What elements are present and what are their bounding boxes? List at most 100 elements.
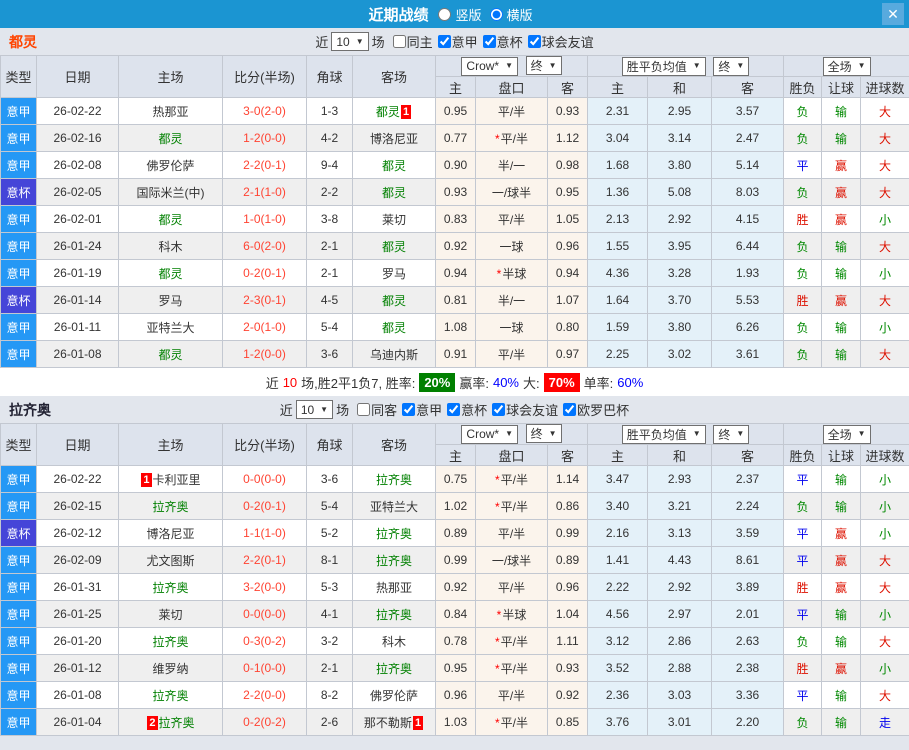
away-team-cell: 乌迪内斯 [352,340,436,368]
corner-cell: 5-4 [306,313,353,341]
result-cell: 负 [783,232,823,260]
date-cell: 26-02-08 [36,151,119,179]
checkbox-input[interactable] [402,403,416,416]
away-team-cell: 罗马 [352,259,436,287]
odds-away-cell: 1.05 [546,205,589,233]
handicap-line-text: 半/一 [497,293,526,308]
home-team-cell: 都灵 [118,124,223,152]
handicap-line-cell: *平/半 [475,465,548,493]
col-header-handicap: 让球 [821,76,862,98]
filter-checkbox[interactable]: 意杯 [482,32,523,51]
home-team-cell: 佛罗伦萨 [118,151,223,179]
fulltime-select-value: 全场 [827,59,852,74]
odds-final-select[interactable]: 终 ▼ [525,424,562,444]
odds-company-select[interactable]: Crow* ▼ [461,424,519,444]
layout-radio-horizontal[interactable]: 横版 [489,5,533,24]
fulltime-select[interactable]: 全场 ▼ [822,424,871,444]
horizontal-radio-input[interactable] [489,7,503,21]
home-team-cell: 维罗纳 [118,654,223,682]
layout-radio-vertical[interactable]: 竖版 [438,5,482,24]
team-name: 科木 [381,634,406,649]
score-cell: 2-2(0-1) [222,546,307,574]
team-name: 都灵 [381,239,406,254]
rank-badge: 1 [400,104,412,119]
handicap-line-cell: 半/一 [475,286,548,314]
handicap-result-cell: 输 [821,313,862,341]
filter-checkbox[interactable]: 同客 [357,400,397,419]
close-button[interactable]: ✕ [882,3,904,25]
avg-draw-cell: 3.95 [647,232,713,260]
team-name: 莱切 [158,607,183,622]
odds-home-cell: 0.78 [435,627,476,655]
dropdown-arrow-icon: ▼ [548,428,557,438]
col-header-home: 主场 [118,423,223,466]
avg-home-cell: 1.64 [587,286,649,314]
dropdown-arrow-icon: ▼ [505,429,514,439]
fulltime-select[interactable]: 全场 ▼ [822,56,871,76]
handicap-result-cell: 赢 [821,654,862,682]
away-team-cell: 拉齐奥 [352,465,436,493]
match-row: 意甲 26-02-08 佛罗伦萨 2-2(0-1) 9-4 都灵 0.90 半/一 0.98 1.… [0,151,909,179]
odds-company-select[interactable]: Crow* ▼ [461,56,519,76]
handicap-line-text: 一球 [499,320,524,335]
checkbox-input[interactable] [492,403,506,416]
avg-final-select[interactable]: 终 ▼ [713,56,750,76]
odds-away-cell: 0.93 [546,97,589,125]
avg-draw-cell: 3.80 [647,151,713,179]
star-mark: * [494,131,500,146]
col-header-odds-home: 主 [435,76,476,98]
avg-select[interactable]: 胜平负均值 ▼ [621,56,706,76]
avg-final-select[interactable]: 终 ▼ [713,424,750,444]
checkbox-input[interactable] [482,35,496,48]
col-header-score: 比分(半场) [222,423,307,466]
avg-final-value: 终 [718,59,731,74]
filter-checkbox[interactable]: 意杯 [447,400,487,419]
filter-checkbox[interactable]: 同主 [392,32,433,51]
match-row: 意甲 26-02-01 都灵 1-0(1-0) 3-8 莱切 0.83 平/半 1.05 2.13… [0,205,909,233]
goals-result-cell: 小 [860,465,909,493]
near-label: 近 [315,35,329,50]
avg-away-cell: 4.15 [711,205,785,233]
checkbox-input[interactable] [437,35,451,48]
col-header-avg-home: 主 [587,76,649,98]
handicap-result-cell: 赢 [821,573,862,601]
handicap-line-cell: *平/半 [475,124,548,152]
filter-checkbox[interactable]: 意甲 [437,32,478,51]
result-cell: 平 [783,465,823,493]
handicap-result-cell: 输 [821,465,862,493]
league-cell: 意甲 [0,654,37,682]
recent-games-select[interactable]: 10 ▼ [295,400,334,419]
checkbox-input[interactable] [392,35,406,48]
filter-checkbox[interactable]: 球会友谊 [492,400,558,419]
filter-checkbox[interactable]: 欧罗巴杯 [563,400,629,419]
checkbox-input[interactable] [563,403,577,416]
star-mark: * [494,499,500,514]
checkbox-input[interactable] [527,35,541,48]
handicap-line-text: 一/球半 [491,185,532,200]
match-row: 意甲 26-01-11 亚特兰大 2-0(1-0) 5-4 都灵 1.08 一球 0.80 1.5… [0,313,909,341]
away-team-cell: 莱切 [352,205,436,233]
team-name: 热那亚 [152,104,189,119]
avg-home-cell: 3.12 [587,627,649,655]
checkbox-input[interactable] [357,403,371,416]
filter-checkbox[interactable]: 球会友谊 [527,32,594,51]
recent-games-select[interactable]: 10 ▼ [331,32,369,51]
result-cell: 负 [783,124,823,152]
odds-final-select[interactable]: 终 ▼ [525,56,562,76]
checkbox-label: 同主 [406,35,433,50]
handicap-line-text: 半球 [502,607,527,622]
filter-checkbox[interactable]: 意甲 [402,400,442,419]
checkbox-input[interactable] [447,403,461,416]
goals-result-cell: 小 [860,205,909,233]
vertical-radio-input[interactable] [438,7,452,21]
avg-select[interactable]: 胜平负均值 ▼ [621,424,706,444]
avg-home-cell: 3.52 [587,654,649,682]
home-team-cell: 热那亚 [118,97,223,125]
avg-draw-cell: 4.43 [647,546,713,574]
handicap-line-cell: *平/半 [475,627,548,655]
home-team-cell: 2 拉齐奥 [118,708,223,736]
result-cell: 平 [783,546,823,574]
filter-bar: 拉齐奥 近 10 ▼ 场 同客 意甲 意杯 球会友谊 欧罗巴杯 [0,396,909,423]
avg-draw-cell: 3.02 [647,340,713,368]
goals-result-cell: 大 [860,286,909,314]
